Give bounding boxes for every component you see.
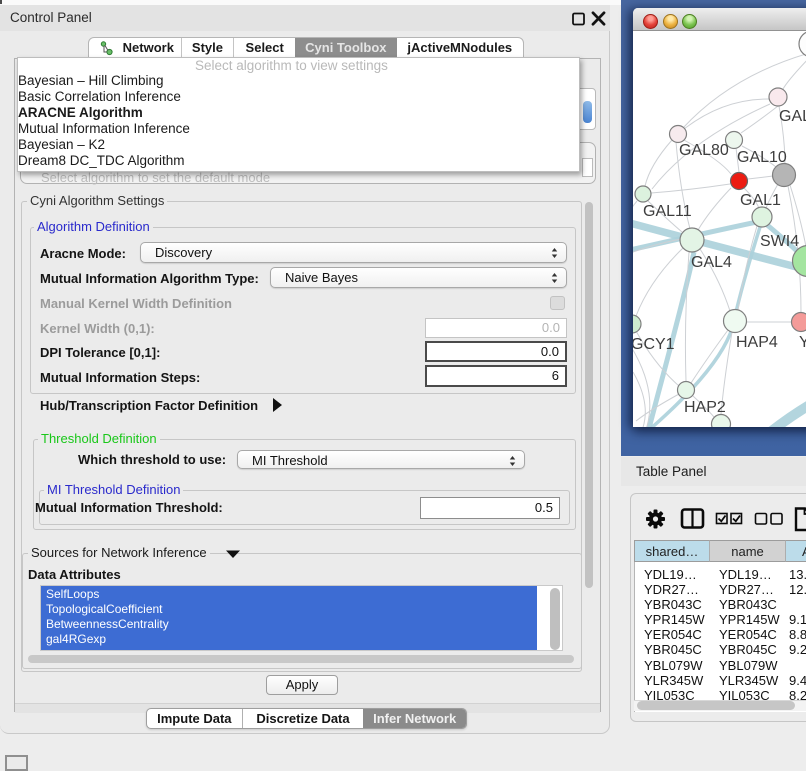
svg-text:GAL4: GAL4 (691, 254, 732, 271)
svg-text:SWI4: SWI4 (760, 233, 799, 250)
svg-text:GAL11: GAL11 (643, 203, 692, 220)
svg-text:HAP2: HAP2 (684, 399, 726, 416)
svg-text:GAL10: GAL10 (737, 149, 787, 166)
svg-text:HAP4: HAP4 (736, 334, 778, 351)
svg-text:Y: Y (799, 334, 806, 351)
svg-text:GAL2: GAL2 (779, 108, 806, 125)
svg-text:GAL80: GAL80 (679, 142, 729, 159)
svg-text:GCY1: GCY1 (633, 336, 675, 353)
svg-text:GAL1: GAL1 (740, 192, 781, 209)
